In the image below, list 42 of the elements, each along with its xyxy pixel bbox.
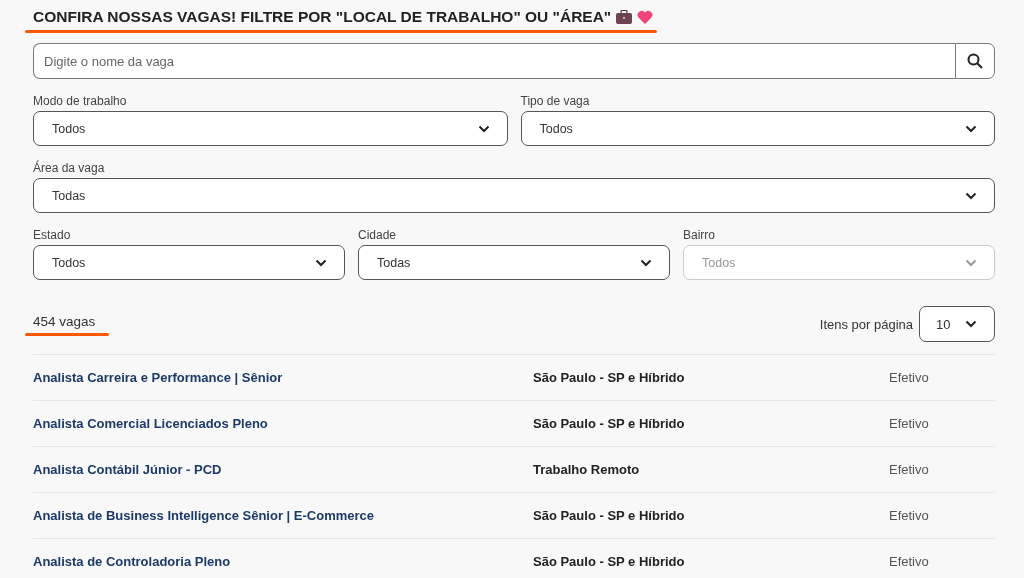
filter-label: Bairro <box>683 228 716 242</box>
filter-label: Estado <box>33 228 72 242</box>
chevron-down-icon <box>965 124 977 133</box>
per-page-dropdown[interactable]: 10 <box>919 306 995 342</box>
dropdown[interactable]: Todas <box>33 178 995 213</box>
job-type: Efetivo <box>889 462 929 477</box>
search-field[interactable]: Digite o nome da vaga <box>33 43 955 79</box>
heart-icon <box>637 10 654 24</box>
chevron-down-icon <box>965 320 977 328</box>
job-title-link[interactable]: Analista Carreira e Performance | Sênior <box>33 370 533 385</box>
search-icon <box>967 53 983 69</box>
job-location: São Paulo - SP e Híbrido <box>533 416 686 431</box>
job-location: São Paulo - SP e Híbrido <box>533 508 686 523</box>
chevron-down-icon <box>315 258 327 267</box>
job-title-link[interactable]: Analista de Controladoria Pleno <box>33 554 533 569</box>
job-type: Efetivo <box>889 508 929 523</box>
job-title-link[interactable]: Analista de Business Intelligence Sênior | E-Commerce <box>33 508 533 523</box>
dropdown[interactable]: Todos <box>520 111 995 146</box>
job-type: Efetivo <box>889 370 929 385</box>
search-button[interactable] <box>955 43 995 79</box>
filter-label: Modo de trabalho <box>33 94 128 108</box>
dropdown[interactable]: Todas <box>358 245 670 280</box>
chevron-down-icon <box>477 124 490 133</box>
filter-label: Área da vaga <box>33 161 106 175</box>
chevron-down-icon <box>965 258 977 267</box>
job-type: Efetivo <box>889 416 929 431</box>
chevron-down-icon <box>640 258 652 267</box>
job-type: Efetivo <box>889 554 929 569</box>
filter-label: Tipo de vaga <box>520 94 591 108</box>
filter-label: Cidade <box>358 228 398 242</box>
job-title-link[interactable]: Analista Contábil Júnior - PCD <box>33 462 533 477</box>
chevron-down-icon <box>965 191 977 200</box>
job-location: Trabalho Remoto <box>533 462 641 477</box>
briefcase-icon <box>616 10 633 24</box>
section-heading: CONFIRA NOSSAS VAGAS! FILTRE POR "LOCAL DE TRABALHO" OU "ÁREA" <box>33 7 612 27</box>
job-location: São Paulo - SP e Híbrido <box>533 554 686 569</box>
job-title-link[interactable]: Analista Comercial Licenciados Pleno <box>33 416 533 431</box>
dropdown[interactable]: Todos <box>33 111 508 146</box>
job-location: São Paulo - SP e Híbrido <box>533 370 686 385</box>
dropdown[interactable]: Todos <box>33 245 345 280</box>
results-count: 454 vagas <box>33 314 96 329</box>
per-page-label: Itens por página <box>819 316 913 332</box>
